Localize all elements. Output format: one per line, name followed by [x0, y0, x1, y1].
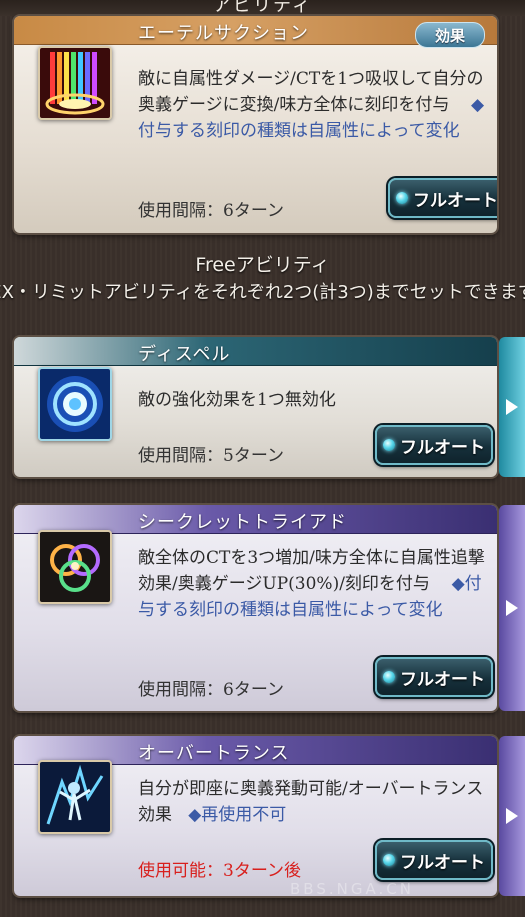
full-auto-label: フルオート: [413, 190, 497, 211]
dispel-side-tab[interactable]: [499, 337, 525, 477]
ability-name: オーバートランス: [138, 743, 290, 764]
full-auto-label: フルオート: [400, 669, 485, 690]
arrow-right-icon: [506, 808, 518, 824]
arrow-right-icon: [506, 600, 518, 616]
cooldown-text: 使用間隔：6ターン: [138, 680, 284, 700]
description-text: 敵全体のCTを3つ増加/味方全体に自属性追撃効果/奥義ゲージUP(30%)/刻印…: [138, 548, 485, 594]
ability-name: シークレットトライアド: [138, 512, 347, 533]
ability-icon-dispel: [38, 367, 112, 441]
full-auto-button[interactable]: フルオート: [388, 178, 497, 218]
secret-triad-side-tab[interactable]: [499, 505, 525, 711]
ability-icon-aether-suction: [38, 46, 112, 120]
cooldown-text: 使用間隔：5ターン: [138, 446, 284, 466]
ability-icon-secret-triad: [38, 530, 112, 604]
description-text: 敵の強化効果を1つ無効化: [138, 390, 336, 410]
full-auto-indicator-icon: [383, 439, 395, 451]
full-auto-button[interactable]: フルオート: [375, 657, 493, 697]
arrow-right-icon: [506, 399, 518, 415]
ability-description: 敵全体のCTを3つ増加/味方全体に自属性追撃効果/奥義ゲージUP(30%)/刻印…: [138, 545, 488, 623]
description-note: ◆再使用不可: [188, 805, 287, 825]
card-header: [14, 337, 497, 366]
ability-card-secret-triad[interactable]: シークレットトライアド 敵全体のCTを3つ増加/味方全体に自属性追撃効果/奥義ゲ…: [14, 505, 497, 711]
full-auto-label: フルオート: [400, 437, 485, 458]
ability-description: 敵に自属性ダメージ/CTを1つ吸収して自分の奥義ゲージに変換/味方全体に刻印を付…: [138, 66, 488, 144]
full-auto-button[interactable]: フルオート: [375, 840, 493, 880]
ability-card-aether-suction[interactable]: エーテルサクション 効果 敵に自属性ダメージ/CTを1つ吸収して自分の奥義ゲージ…: [14, 16, 497, 233]
ability-name: ディスペル: [138, 344, 231, 365]
ability-description: 自分が即座に奥義発動可能/オーバートランス効果 ◆再使用不可: [138, 776, 488, 828]
full-auto-indicator-icon: [383, 854, 395, 866]
full-auto-label: フルオート: [400, 852, 485, 873]
ability-card-dispel[interactable]: ディスペル 敵の強化効果を1つ無効化 使用間隔：5ターン フルオート: [14, 337, 497, 477]
ability-name: エーテルサクション: [138, 23, 309, 44]
description-text: 敵に自属性ダメージ/CTを1つ吸収して自分の奥義ゲージに変換/味方全体に刻印を付…: [138, 69, 484, 115]
ability-description: 敵の強化効果を1つ無効化: [138, 387, 488, 413]
watermark: BBS.NGA.CN: [290, 880, 414, 898]
full-auto-indicator-icon: [383, 671, 395, 683]
ability-icon-overtrance: [38, 760, 112, 834]
effect-badge-button[interactable]: 効果: [415, 22, 485, 48]
cooldown-text: 使用間隔：6ターン: [138, 201, 284, 221]
free-ability-description: EX・リミットアビリティをそれぞれ2つ(計3つ)までセットできます: [0, 282, 525, 303]
full-auto-indicator-icon: [396, 192, 408, 204]
section-header-partial: アビリティ: [213, 0, 312, 16]
ability-card-overtrance[interactable]: オーバートランス 自分が即座に奥義発動可能/オーバートランス効果 ◆再使用不可 …: [14, 736, 497, 896]
cooldown-text: 使用可能：3ターン後: [138, 861, 301, 881]
free-ability-title: Freeアビリティ: [195, 254, 330, 276]
overtrance-side-tab[interactable]: [499, 736, 525, 896]
full-auto-button[interactable]: フルオート: [375, 425, 493, 465]
